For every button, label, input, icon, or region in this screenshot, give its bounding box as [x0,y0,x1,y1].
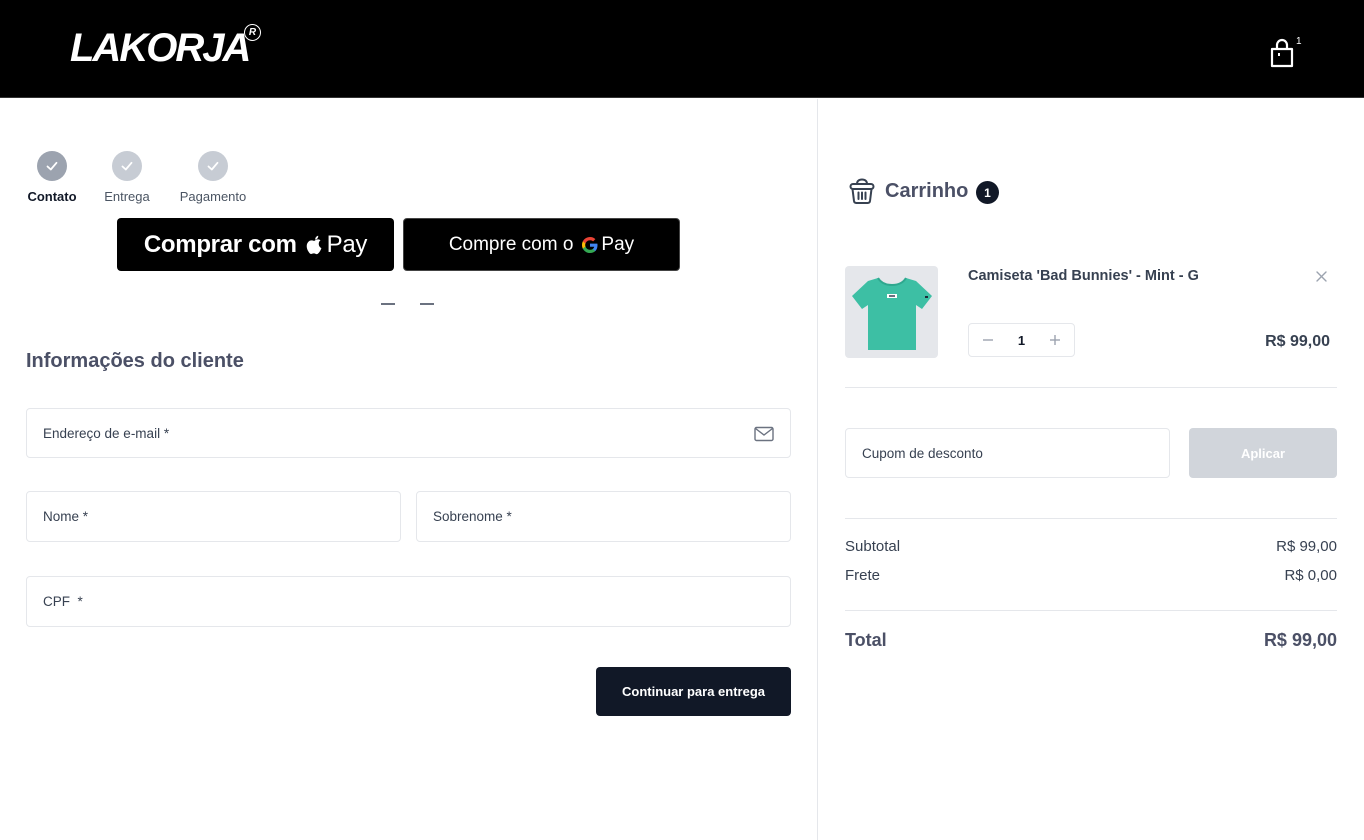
email-field-wrapper [26,408,791,458]
check-icon [112,151,142,181]
close-icon[interactable] [1315,270,1328,283]
column-divider [817,99,818,840]
step-entrega[interactable]: Entrega [100,151,154,204]
separator-dash [420,303,434,305]
minus-icon[interactable] [981,333,995,347]
registered-mark: R [244,24,261,41]
plus-icon[interactable] [1048,333,1062,347]
apple-logo-icon [306,235,322,254]
divider [845,518,1337,519]
basket-icon [849,178,875,204]
first-name-input[interactable] [27,492,400,541]
google-pay-label: Compre com o [448,233,574,255]
check-icon [37,151,67,181]
continue-to-delivery-button[interactable]: Continuar para entrega [596,667,791,716]
subtotal-value: R$ 99,00 [1276,538,1337,555]
first-name-field-wrapper [26,491,401,542]
google-logo-icon [582,236,598,253]
coupon-field-wrapper [845,428,1170,478]
step-pagamento[interactable]: Pagamento [176,151,250,204]
google-pay-button[interactable]: Compre com o Pay [403,218,680,271]
last-name-field-wrapper [416,491,791,542]
customer-info-title: Informações do cliente [26,350,244,372]
divider [845,387,1337,388]
separator-dash [381,303,395,305]
cpf-input[interactable] [27,577,790,626]
site-header: LAKORJA R 1 [0,0,1364,98]
cpf-field-wrapper [26,576,791,627]
check-icon [198,151,228,181]
product-price: R$ 99,00 [1265,333,1330,350]
coupon-input[interactable] [846,429,1169,477]
apple-pay-suffix: Pay [326,230,368,258]
total-value: R$ 99,00 [1263,630,1337,650]
shipping-value: R$ 0,00 [1284,567,1337,584]
shipping-label: Frete [845,567,881,584]
apple-pay-label: Comprar com [143,230,297,258]
step-label: Pagamento [179,189,247,204]
divider [845,610,1337,611]
apple-pay-button[interactable]: Comprar com Pay [117,218,394,271]
cart-items-badge: 1 [976,181,999,204]
apply-coupon-button[interactable]: Aplicar [1189,428,1337,478]
product-image[interactable] [845,266,938,358]
step-label: Entrega [104,189,150,204]
mail-icon [754,426,774,442]
cart-count: 1 [1296,36,1302,47]
cart-title: Carrinho [885,180,969,202]
shopping-bag-icon[interactable] [1268,38,1296,68]
step-label: Contato [27,189,77,204]
tshirt-icon [851,277,932,350]
product-name: Camiseta 'Bad Bunnies' - Mint - G [968,268,1199,284]
last-name-input[interactable] [417,492,790,541]
google-pay-suffix: Pay [601,233,635,255]
email-input[interactable] [27,409,790,457]
quantity-stepper: 1 [968,323,1075,357]
brand-logo[interactable]: LAKORJA [70,28,251,68]
subtotal-label: Subtotal [845,538,901,555]
quantity-value[interactable]: 1 [1018,333,1025,348]
total-label: Total [845,630,887,650]
step-contato[interactable]: Contato [26,151,78,204]
